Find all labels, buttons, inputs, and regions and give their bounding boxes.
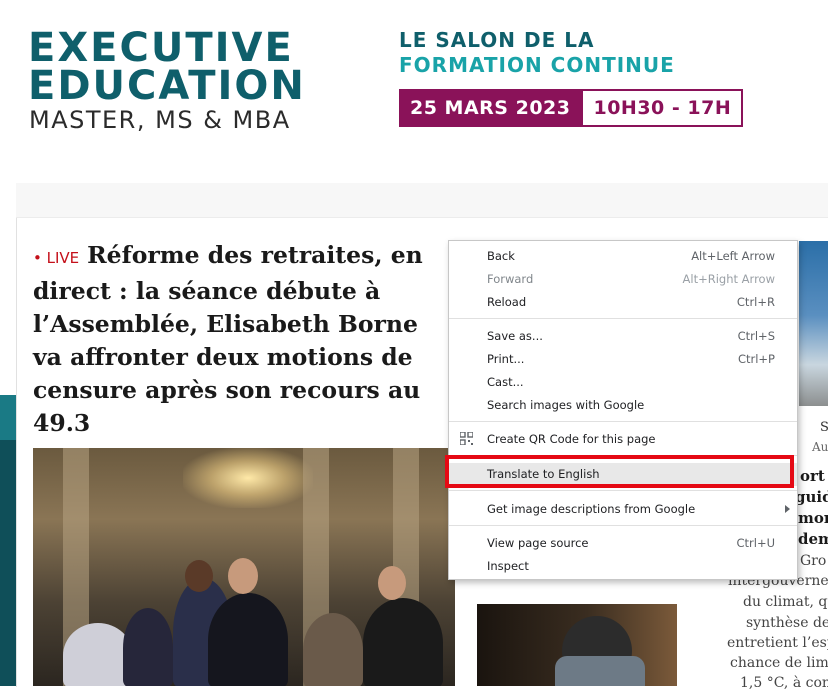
live-badge: • LIVE <box>33 249 80 267</box>
article-thumbnail[interactable] <box>477 604 677 686</box>
menu-item-print[interactable]: Print... Ctrl+P <box>449 348 797 371</box>
side-fragment: mor <box>798 509 828 527</box>
menu-separator <box>449 318 797 319</box>
side-article-image[interactable] <box>799 241 828 406</box>
headline-text[interactable]: Réforme des retraites, en direct : la sé… <box>33 241 423 437</box>
side-fragment: guid <box>795 488 828 506</box>
text-fragment: du climat, qu <box>743 594 828 610</box>
menu-item-inspect[interactable]: Inspect <box>449 555 797 578</box>
menu-item-label: Save as... <box>487 329 543 343</box>
menu-item-label: Cast... <box>487 375 524 389</box>
menu-item-shortcut: Alt+Left Arrow <box>691 249 775 263</box>
text-fragment: chance de limit <box>730 655 828 671</box>
chandelier-light <box>183 448 313 508</box>
photo-person <box>123 608 173 686</box>
photo-face <box>185 560 213 592</box>
panel-top-bar <box>16 183 828 218</box>
ad-banner[interactable]: EXECUTIVE EDUCATION MASTER, MS & MBA LE … <box>0 0 828 175</box>
menu-item-search-images[interactable]: Search images with Google <box>449 394 797 417</box>
side-fragment: Gro <box>800 553 827 569</box>
photo-person <box>208 593 288 686</box>
ad-title-line2: EDUCATION <box>28 63 306 109</box>
menu-item-cast[interactable]: Cast... <box>449 371 797 394</box>
photo-face <box>228 558 258 594</box>
article-photo[interactable] <box>33 448 455 686</box>
menu-item-image-descriptions[interactable]: Get image descriptions from Google <box>449 498 797 521</box>
menu-item-forward[interactable]: Forward Alt+Right Arrow <box>449 268 797 291</box>
menu-separator <box>449 421 797 422</box>
menu-item-back[interactable]: Back Alt+Left Arrow <box>449 245 797 268</box>
text-fragment: synthèse de l <box>746 615 828 631</box>
photo-person <box>363 598 443 686</box>
menu-separator <box>449 525 797 526</box>
thumbnail-shirt <box>555 656 645 686</box>
menu-item-label: Reload <box>487 295 527 309</box>
ad-salon-line1: LE SALON DE LA <box>399 28 595 52</box>
highlight-box <box>445 455 794 488</box>
menu-separator <box>449 490 797 491</box>
context-menu: Back Alt+Left Arrow Forward Alt+Right Ar… <box>448 240 798 580</box>
text-fragment: entretient l’espo <box>727 635 828 651</box>
qr-code-icon <box>460 432 473 445</box>
menu-item-label: View page source <box>487 536 589 550</box>
menu-item-label: Back <box>487 249 515 263</box>
menu-item-label: Create QR Code for this page <box>487 432 656 446</box>
menu-item-shortcut: Ctrl+S <box>737 329 775 343</box>
menu-item-shortcut: Ctrl+R <box>736 295 775 309</box>
menu-item-label: Forward <box>487 272 534 286</box>
ad-hours: 10H30 - 17H <box>581 89 744 127</box>
menu-item-label: Print... <box>487 352 525 366</box>
side-fragment: deme <box>798 530 828 548</box>
ad-date-box: 25 MARS 2023 10H30 - 17H <box>399 89 744 127</box>
menu-item-shortcut: Ctrl+P <box>737 352 775 366</box>
submenu-arrow-icon <box>785 505 790 513</box>
menu-item-save-as[interactable]: Save as... Ctrl+S <box>449 325 797 348</box>
ad-salon-line2: FORMATION CONTINUE <box>399 53 675 77</box>
side-fragment: S <box>820 420 828 435</box>
menu-item-label: Get image descriptions from Google <box>487 502 696 516</box>
ad-title-line1: EXECUTIVE <box>28 25 294 71</box>
photo-person <box>303 613 363 686</box>
ad-subtitle: MASTER, MS & MBA <box>29 106 291 134</box>
menu-item-label: Inspect <box>487 559 529 573</box>
ad-date: 25 MARS 2023 <box>399 89 582 127</box>
menu-item-reload[interactable]: Reload Ctrl+R <box>449 291 797 314</box>
menu-item-label: Search images with Google <box>487 398 645 412</box>
menu-item-shortcut: Alt+Right Arrow <box>682 272 775 286</box>
menu-item-shortcut: Ctrl+U <box>736 536 775 550</box>
menu-item-view-source[interactable]: View page source Ctrl+U <box>449 532 797 555</box>
photo-face <box>378 566 406 600</box>
side-fragment: ort c <box>800 467 828 485</box>
text-fragment: 1,5 °C, à cond <box>740 675 828 691</box>
article-headline[interactable]: • LIVE Réforme des retraites, en direct :… <box>33 239 453 440</box>
side-fragment: Auc <box>812 440 828 454</box>
menu-item-create-qr-code[interactable]: Create QR Code for this page <box>449 428 797 451</box>
